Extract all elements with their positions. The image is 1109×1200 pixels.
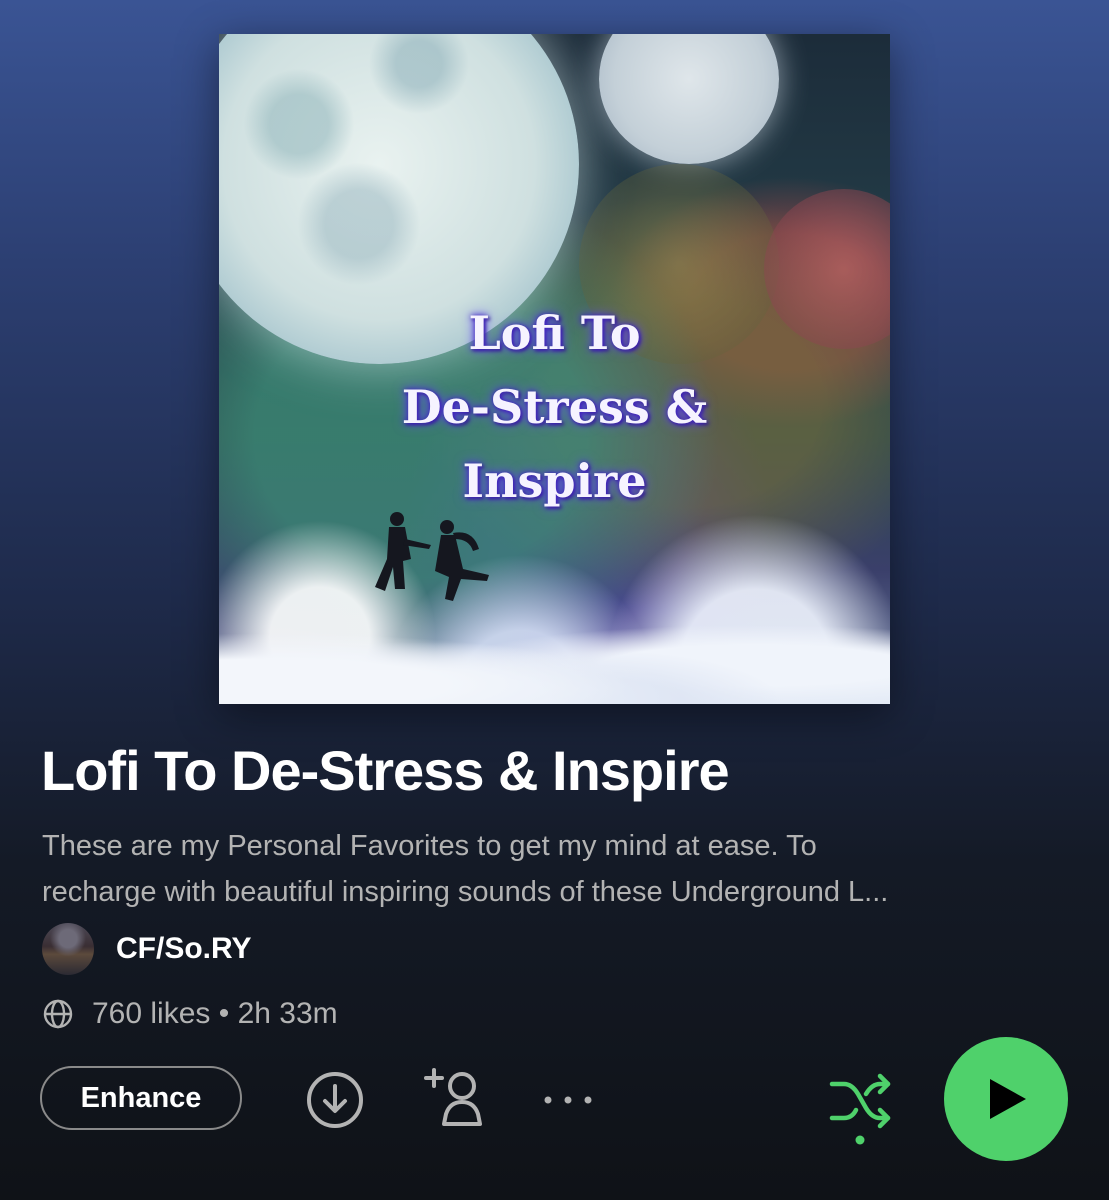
shuffle-icon <box>829 1073 891 1145</box>
more-icon <box>544 1096 592 1104</box>
more-options-button[interactable] <box>540 1080 600 1120</box>
playlist-description[interactable]: These are my Personal Favorites to get m… <box>42 823 1062 915</box>
add-collaborator-button[interactable] <box>424 1066 490 1130</box>
cover-text-line: Lofi To <box>468 306 641 360</box>
cover-text-line: Inspire <box>462 454 647 508</box>
shuffle-button[interactable] <box>826 1072 894 1148</box>
playlist-title: Lofi To De-Stress & Inspire <box>41 739 730 802</box>
playlist-owner[interactable]: CF/So.RY <box>42 923 252 975</box>
play-button[interactable] <box>944 1037 1068 1161</box>
owner-avatar[interactable] <box>42 923 94 975</box>
add-user-icon <box>424 1068 482 1126</box>
playlist-cover-art[interactable]: Lofi To De-Stress & Inspire <box>219 34 890 704</box>
owner-name[interactable]: CF/So.RY <box>116 932 252 966</box>
globe-icon <box>43 999 73 1029</box>
playlist-stats: 760 likes • 2h 33m <box>92 997 338 1030</box>
play-icon <box>990 1079 1026 1119</box>
cover-silhouettes <box>375 512 489 601</box>
download-button[interactable] <box>305 1070 365 1130</box>
cover-title-text: Lofi To De-Stress & Inspire <box>219 296 890 518</box>
cover-text-line: De-Stress & <box>401 380 708 434</box>
description-line: These are my Personal Favorites to get m… <box>42 830 817 862</box>
enhance-button[interactable]: Enhance <box>40 1066 242 1130</box>
playlist-meta: 760 likes • 2h 33m <box>42 994 338 1034</box>
download-icon <box>307 1072 363 1128</box>
cover-orb <box>599 34 779 164</box>
cover-clouds <box>219 594 890 704</box>
description-line: recharge with beautiful inspiring sounds… <box>42 876 889 908</box>
